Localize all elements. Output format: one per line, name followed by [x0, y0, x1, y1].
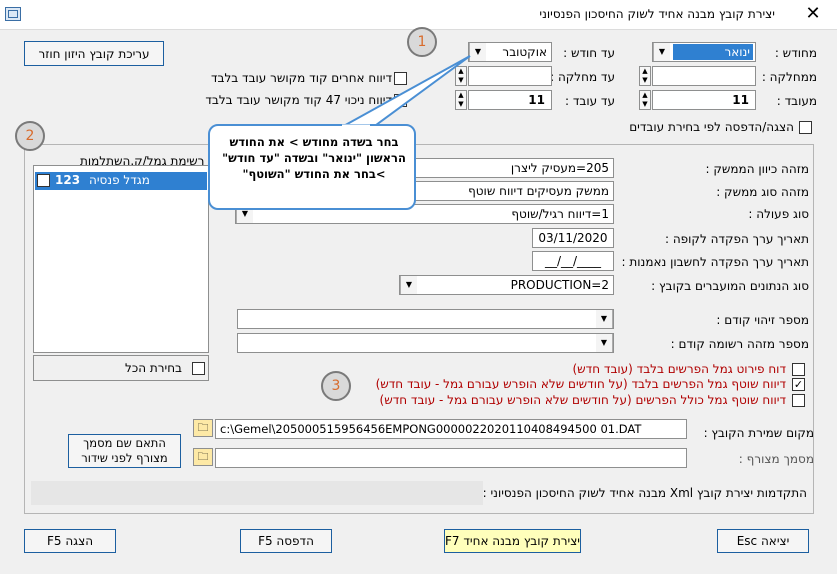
step-badge-3: 3: [321, 371, 351, 401]
step-badge-2: 2: [15, 121, 45, 151]
callout-pointer-cover: [342, 124, 370, 128]
step-badge-1: 1: [407, 27, 437, 57]
